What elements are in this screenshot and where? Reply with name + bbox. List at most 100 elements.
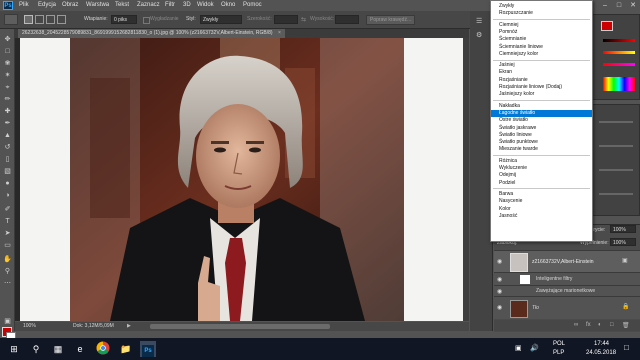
path-selection-tool-icon[interactable]: ➤: [3, 229, 12, 238]
blend-mode-item[interactable]: Mieszanie twarde: [491, 146, 592, 153]
smart-filters-label[interactable]: Inteligentne filtry: [536, 276, 572, 282]
feather-input[interactable]: 0 piks: [111, 15, 137, 24]
blend-mode-item[interactable]: Jasność: [491, 213, 592, 220]
search-icon[interactable]: ⚲: [28, 341, 44, 357]
color-panel-fg-swatch[interactable]: [601, 21, 613, 31]
intersect-selection-icon[interactable]: [57, 15, 66, 24]
blend-mode-item[interactable]: Światło liniowe: [491, 132, 592, 139]
blend-mode-item[interactable]: Ekran: [491, 69, 592, 76]
smooth-checkbox[interactable]: [143, 17, 150, 24]
gradient-tool-icon[interactable]: ▧: [3, 167, 12, 176]
notifications-icon[interactable]: □: [624, 343, 629, 352]
quick-select-tool-icon[interactable]: ✶: [3, 71, 12, 80]
layer-row-background[interactable]: ◉ Tło 🔒: [494, 296, 640, 319]
task-view-icon[interactable]: ▦: [50, 341, 66, 357]
type-tool-icon[interactable]: T: [3, 217, 12, 226]
blend-mode-item[interactable]: Ściemnianie: [491, 36, 592, 43]
maximize-icon[interactable]: □: [612, 0, 626, 11]
blend-mode-item[interactable]: Pomnóż: [491, 29, 592, 36]
blend-mode-item[interactable]: Jaśniejszy kolor: [491, 91, 592, 98]
eye-icon[interactable]: ◉: [497, 258, 502, 265]
blend-mode-item[interactable]: Światło punktowe: [491, 139, 592, 146]
blend-mode-item[interactable]: Ostre światło: [491, 117, 592, 124]
link-layers-icon[interactable]: ∞: [574, 322, 578, 328]
height-input[interactable]: [335, 15, 359, 24]
blend-mode-item[interactable]: Nasycenie: [491, 198, 592, 205]
hand-tool-icon[interactable]: ✋: [3, 255, 12, 264]
blend-mode-item[interactable]: Ciemniejszy kolor: [491, 51, 592, 58]
opacity-input[interactable]: 100%: [610, 225, 636, 233]
clone-stamp-tool-icon[interactable]: ▲: [3, 131, 12, 140]
minimize-icon[interactable]: –: [598, 0, 612, 11]
menu-okno[interactable]: Okno: [221, 2, 235, 8]
new-layer-icon[interactable]: □: [610, 322, 614, 328]
network-icon[interactable]: ▣: [515, 344, 522, 352]
blend-mode-item[interactable]: Różnica: [491, 158, 592, 165]
layer-name[interactable]: z21663732V,Albert-Einstein: [532, 259, 594, 265]
blend-mode-item[interactable]: Rozjaśnianie liniowe (Dodaj): [491, 84, 592, 91]
green-slider[interactable]: [603, 51, 635, 54]
menu-widok[interactable]: Widok: [197, 2, 214, 8]
layer-row-einstein[interactable]: ◉ z21663732V,Albert-Einstein ▣: [494, 250, 640, 273]
eye-icon[interactable]: ◉: [497, 288, 502, 295]
blend-mode-item[interactable]: Barwa: [491, 191, 592, 198]
healing-brush-tool-icon[interactable]: ✚: [3, 107, 12, 116]
status-menu-arrow-icon[interactable]: ▶: [127, 322, 131, 331]
file-explorer-icon[interactable]: 📁: [118, 341, 134, 357]
windows-start-icon[interactable]: ⊞: [6, 341, 22, 357]
refine-edge-button[interactable]: Popraw krawędź...: [366, 15, 416, 25]
blend-mode-item[interactable]: Odejmij: [491, 172, 592, 179]
history-panel-icon[interactable]: ☰: [476, 17, 482, 25]
more-tools-icon[interactable]: ⋯: [3, 279, 12, 288]
blend-mode-item[interactable]: Światło jaskrawe: [491, 125, 592, 132]
zoom-tool-icon[interactable]: ⚲: [3, 267, 12, 276]
menu-zaznacz[interactable]: Zaznacz: [137, 2, 160, 8]
layer-row-smart-filters[interactable]: ◉ Inteligentne filtry: [494, 272, 640, 286]
history-brush-tool-icon[interactable]: ↺: [3, 143, 12, 152]
blend-mode-item[interactable]: Nakładka: [491, 103, 592, 110]
layer-style-icon[interactable]: fx: [586, 322, 591, 328]
eyedropper-tool-icon[interactable]: ✏: [3, 95, 12, 104]
dodge-tool-icon[interactable]: ◑: [3, 191, 12, 200]
canvas-photo[interactable]: [70, 38, 404, 321]
clock-date[interactable]: 24.05.2018: [586, 350, 616, 356]
blur-tool-icon[interactable]: ●: [3, 179, 12, 188]
marquee-tool-icon[interactable]: □: [3, 47, 12, 56]
menu-pomoc[interactable]: Pomoc: [243, 2, 262, 8]
blend-mode-item[interactable]: Kolor: [491, 206, 592, 213]
add-mask-icon[interactable]: ◐: [598, 322, 602, 328]
puppet-warp-label[interactable]: Zawężające marionetkowe: [536, 288, 595, 294]
subtract-selection-icon[interactable]: [46, 15, 55, 24]
clock-time[interactable]: 17:44: [594, 341, 609, 347]
volume-icon[interactable]: 🔊: [530, 344, 539, 352]
blend-mode-item[interactable]: Zwykły: [491, 3, 592, 10]
language-bottom[interactable]: PLP: [553, 350, 564, 356]
blend-mode-item[interactable]: Ciemniej: [491, 22, 592, 29]
lasso-tool-icon[interactable]: ❀: [3, 59, 12, 68]
pen-tool-icon[interactable]: ✐: [3, 205, 12, 214]
menu-filtr[interactable]: Filtr: [165, 2, 175, 8]
quick-mask-icon[interactable]: ▣: [3, 317, 12, 326]
canvas-vertical-scrollbar[interactable]: [463, 38, 469, 321]
language-top[interactable]: POL: [553, 341, 565, 347]
blend-mode-item[interactable]: Jaśniej: [491, 62, 592, 69]
eye-icon[interactable]: ◉: [497, 304, 502, 311]
marquee-tool-preset-icon[interactable]: [4, 14, 18, 25]
menu-3d[interactable]: 3D: [183, 2, 191, 8]
edge-icon[interactable]: e: [72, 341, 88, 357]
menu-edycja[interactable]: Edycja: [38, 2, 56, 8]
new-selection-icon[interactable]: [24, 15, 33, 24]
photoshop-taskbar-button[interactable]: Ps: [140, 341, 156, 357]
blend-mode-item[interactable]: Rozpuszczanie: [491, 10, 592, 17]
document-tab[interactable]: 26232638_2045228579089831_86919991526828…: [18, 29, 285, 38]
blend-mode-item[interactable]: Rozjaśnianie: [491, 77, 592, 84]
move-tool-icon[interactable]: ✥: [3, 35, 12, 44]
delete-layer-icon[interactable]: 🗑: [622, 322, 630, 329]
eraser-tool-icon[interactable]: ▯: [3, 155, 12, 164]
close-tab-icon[interactable]: ×: [278, 30, 281, 36]
blend-mode-item[interactable]: Łagodne światło: [491, 109, 592, 117]
blend-mode-item[interactable]: Podziel: [491, 180, 592, 187]
width-input[interactable]: [274, 15, 298, 24]
chrome-icon[interactable]: [95, 341, 111, 357]
swap-icon[interactable]: ⇆: [301, 16, 306, 23]
